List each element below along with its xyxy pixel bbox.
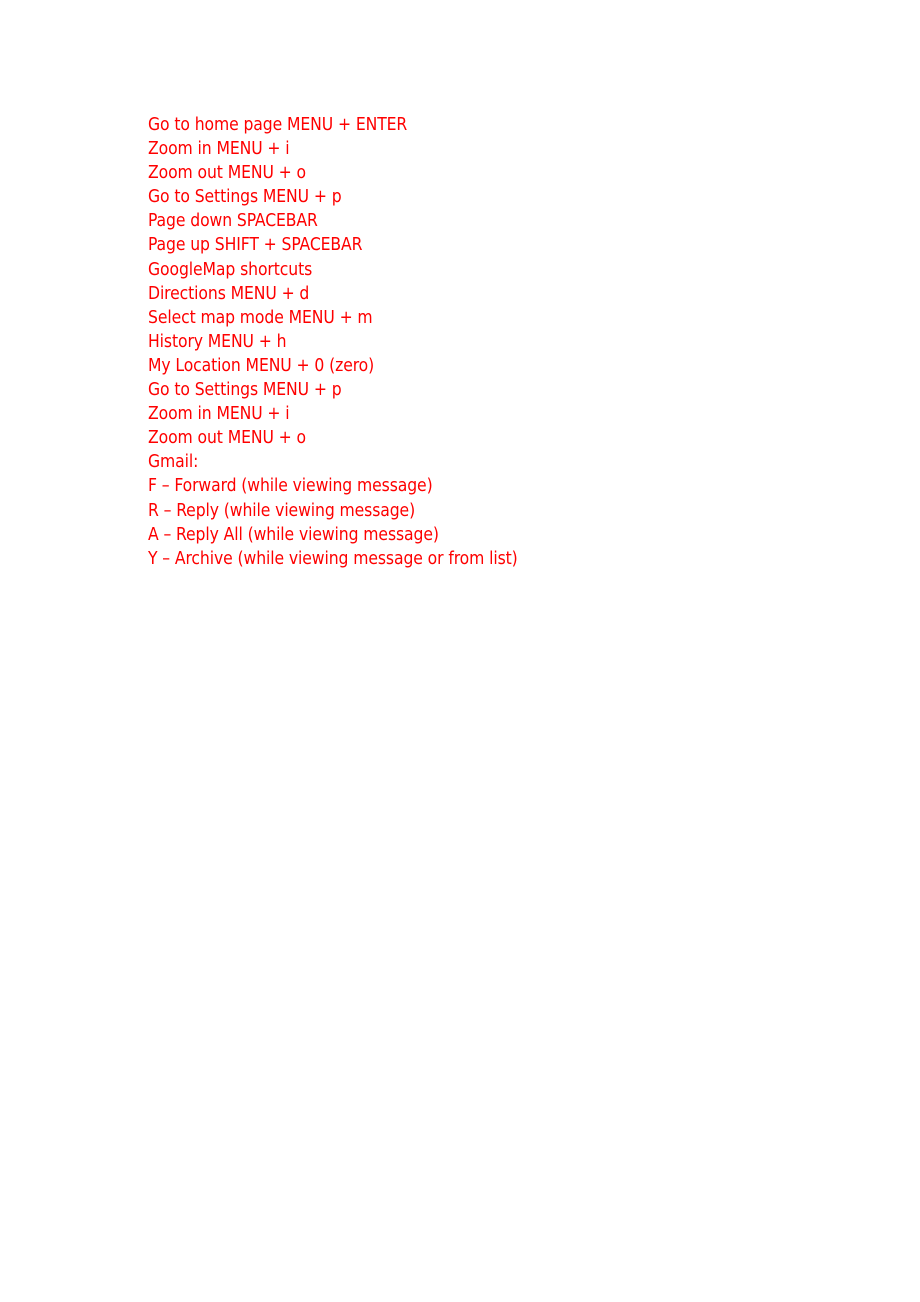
shortcut-line-go-to-home-page: Go to home page MENU + ENTER (148, 114, 408, 135)
shortcut-line-history: History MENU + h (148, 330, 287, 352)
shortcut-line-forward: F – Forward (while viewing message) (148, 475, 433, 497)
shortcut-line-zoom-in-map: Zoom in MENU + i (148, 403, 290, 425)
shortcut-line-directions: Directions MENU + d (148, 282, 310, 304)
shortcut-line-zoom-out: Zoom out MENU + o (148, 162, 306, 184)
section-heading-gmail: Gmail: (148, 451, 199, 473)
shortcut-line-my-location: My Location MENU + 0 (zero) (148, 354, 375, 376)
shortcut-line-go-to-settings: Go to Settings MENU + p (148, 186, 342, 208)
shortcut-line-reply: R – Reply (while viewing message) (148, 499, 416, 521)
shortcut-document: Go to home page MENU + ENTER Zoom in MEN… (148, 113, 888, 571)
shortcut-line-reply-all: A – Reply All (while viewing message) (148, 523, 439, 545)
shortcut-line-archive: Y – Archive (while viewing message or fr… (148, 547, 518, 569)
shortcut-line-zoom-out-map: Zoom out MENU + o (148, 427, 306, 449)
section-heading-googlemap-shortcuts: GoogleMap shortcuts (148, 258, 313, 280)
shortcut-line-go-to-settings-map: Go to Settings MENU + p (148, 379, 342, 401)
shortcut-line-select-map-mode: Select map mode MENU + m (148, 306, 373, 328)
shortcut-line-page-down: Page down SPACEBAR (148, 210, 318, 232)
shortcut-line-zoom-in: Zoom in MENU + i (148, 138, 290, 160)
shortcut-line-page-up: Page up SHIFT + SPACEBAR (148, 234, 363, 256)
